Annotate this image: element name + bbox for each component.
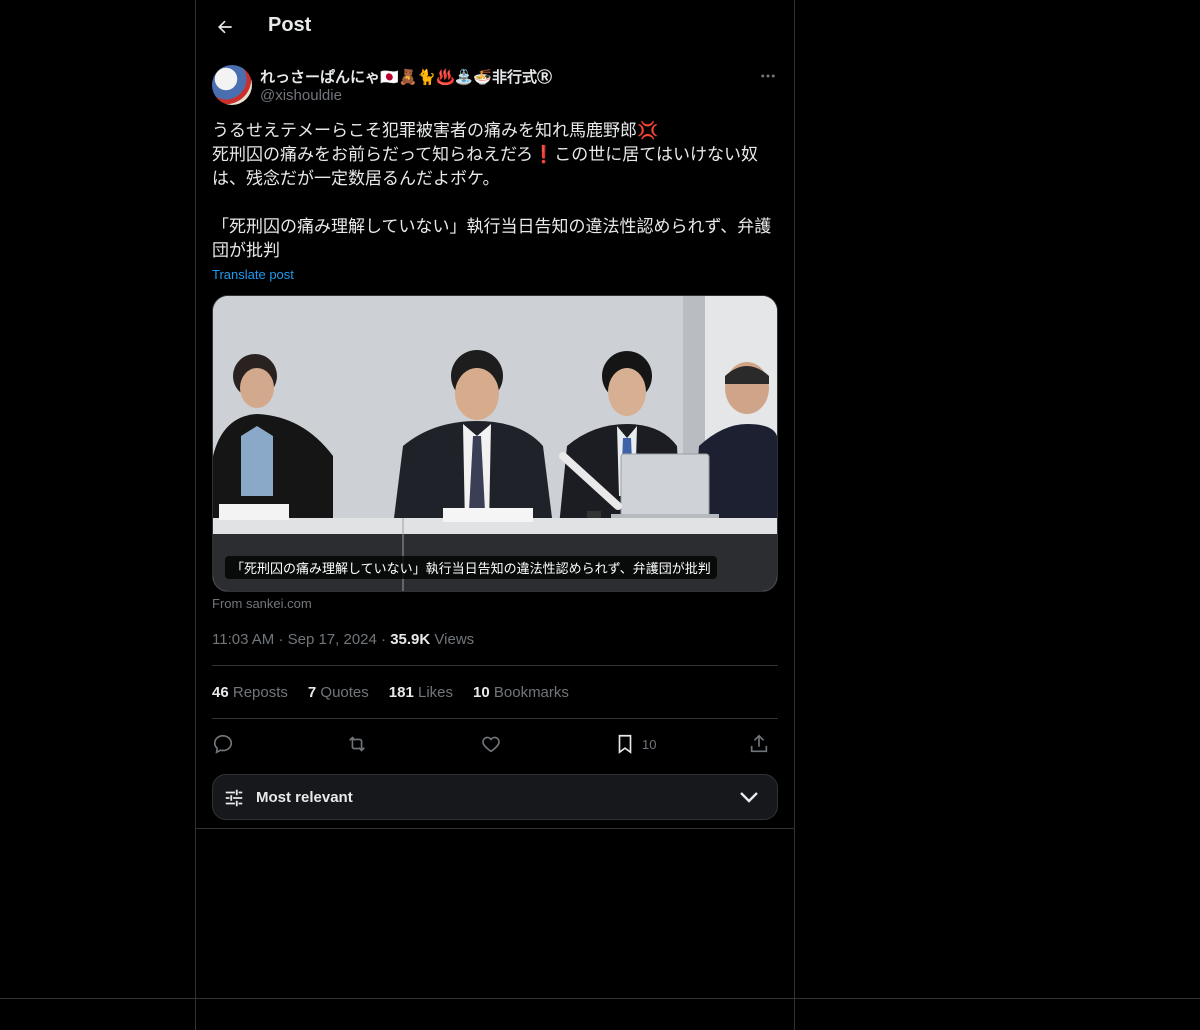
engagement-stats: 46 Reposts 7 Quotes 181 Likes 10 Bookmar… bbox=[212, 684, 569, 701]
post-time[interactable]: 11:03 AM bbox=[212, 631, 274, 648]
divider bbox=[196, 828, 794, 829]
divider bbox=[212, 718, 778, 719]
views-label: Views bbox=[434, 631, 475, 648]
author-handle[interactable]: @xishouldie bbox=[260, 87, 342, 104]
post-text: うるせえテメーらこそ犯罪被害者の痛みを知れ馬鹿野郎💢 死刑囚の痛みをお前らだって… bbox=[212, 121, 772, 260]
bookmarks-stat[interactable]: 10 Bookmarks bbox=[473, 684, 569, 701]
reply-icon bbox=[213, 734, 233, 754]
link-card-image[interactable]: 「死刑囚の痛み理解していない」執行当日告知の違法性認められず、弁護団が批判 bbox=[212, 295, 778, 592]
heart-icon bbox=[482, 736, 500, 753]
bottom-divider bbox=[0, 998, 1200, 999]
press-conference-photo bbox=[213, 296, 777, 591]
like-button[interactable] bbox=[480, 730, 502, 758]
bookmark-button[interactable]: 10 bbox=[614, 730, 656, 758]
post-column: Post れっさーぱんにゃ🇯🇵🧸🐈♨️⛲🍜非行式Ⓡ @xishouldie うる… bbox=[195, 0, 795, 1030]
link-card-source[interactable]: From sankei.com bbox=[212, 596, 312, 611]
more-options-button[interactable] bbox=[756, 64, 780, 88]
reposts-stat[interactable]: 46 Reposts bbox=[212, 684, 288, 701]
reply-button[interactable] bbox=[212, 730, 234, 758]
divider bbox=[212, 665, 778, 666]
share-icon bbox=[750, 734, 768, 753]
bookmark-icon bbox=[618, 734, 632, 754]
share-button[interactable] bbox=[748, 730, 770, 758]
action-bar: 10 bbox=[212, 730, 778, 758]
separator-dot: · bbox=[381, 631, 391, 648]
views-count: 35.9K bbox=[390, 631, 431, 648]
bookmark-count: 10 bbox=[642, 736, 657, 752]
author-display-name[interactable]: れっさーぱんにゃ🇯🇵🧸🐈♨️⛲🍜非行式Ⓡ bbox=[260, 66, 552, 87]
page-title: Post bbox=[268, 14, 312, 36]
translate-post-link[interactable]: Translate post bbox=[212, 267, 294, 282]
repost-button[interactable] bbox=[346, 730, 368, 758]
sliders-icon bbox=[225, 789, 243, 807]
chevron-down-icon bbox=[740, 792, 758, 803]
header: Post bbox=[196, 0, 794, 53]
replies-sort-dropdown[interactable]: Most relevant bbox=[212, 774, 778, 820]
post-date[interactable]: Sep 17, 2024 bbox=[288, 631, 377, 648]
separator-dot: · bbox=[278, 631, 288, 648]
quotes-stat[interactable]: 7 Quotes bbox=[308, 684, 369, 701]
arrow-left-icon bbox=[218, 20, 232, 34]
link-card-title: 「死刑囚の痛み理解していない」執行当日告知の違法性認められず、弁護団が批判 bbox=[225, 556, 717, 579]
avatar[interactable] bbox=[212, 65, 252, 105]
repost-icon bbox=[349, 736, 365, 752]
sort-label: Most relevant bbox=[256, 789, 353, 806]
more-dots-icon bbox=[761, 74, 775, 78]
post-meta: 11:03 AM · Sep 17, 2024 · 35.9K Views bbox=[212, 631, 474, 648]
back-button[interactable] bbox=[208, 10, 242, 44]
likes-stat[interactable]: 181 Likes bbox=[389, 684, 453, 701]
